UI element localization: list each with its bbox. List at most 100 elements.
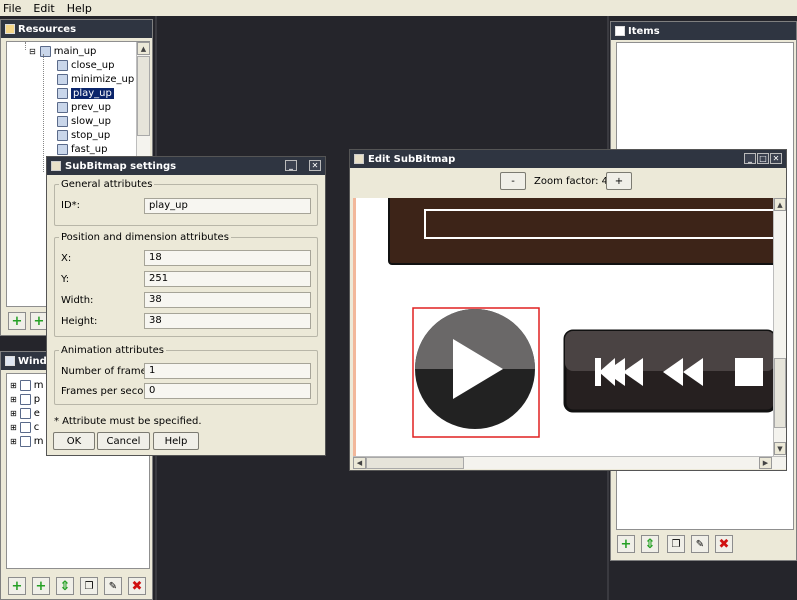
id-field[interactable]: play_up (144, 198, 311, 214)
edit-icon: ✎ (108, 580, 118, 592)
fps-field[interactable]: 0 (144, 383, 311, 399)
add-item-button[interactable]: + (617, 535, 635, 553)
scroll-up-button[interactable]: ▲ (137, 42, 150, 55)
windows-item-label: m (33, 435, 44, 447)
id-label: ID*: (61, 200, 81, 211)
tree-item-label: minimize_up (71, 73, 135, 85)
up-down-arrows-icon: ⇕ (59, 578, 71, 594)
menu-help[interactable]: Help (67, 2, 92, 15)
scroll-right-button[interactable]: ▶ (759, 457, 772, 469)
ok-button[interactable]: OK (53, 432, 95, 450)
tree-item-fast-up[interactable]: fast_up (57, 142, 107, 156)
tree-item-play-up[interactable]: play_up (57, 86, 114, 100)
horizontal-scroll-thumb[interactable] (366, 457, 464, 469)
add-resource-button[interactable]: + (8, 312, 26, 330)
height-field[interactable]: 38 (144, 313, 311, 329)
scroll-down-button[interactable]: ▼ (774, 442, 786, 455)
cancel-button[interactable]: Cancel (97, 432, 150, 450)
x-field[interactable]: 18 (144, 250, 311, 266)
resources-title-bar: Resources (1, 20, 152, 38)
move-item-button[interactable]: ⇕ (641, 535, 659, 553)
add-window-button[interactable]: + (8, 577, 26, 595)
expand-icon[interactable]: ⊞ (10, 395, 17, 404)
add-child-window-button[interactable]: + (32, 577, 50, 595)
copy-icon: ❐ (84, 580, 94, 592)
windows-item[interactable]: ⊞ m (10, 378, 43, 392)
width-field[interactable]: 38 (144, 292, 311, 308)
scroll-left-button[interactable]: ◀ (353, 457, 366, 469)
java-icon (354, 154, 364, 164)
folder-icon (5, 24, 15, 34)
canvas-vertical-scrollbar[interactable]: ▲ ▼ (773, 198, 786, 456)
java-icon (51, 161, 61, 171)
tree-item-close-up[interactable]: close_up (57, 58, 114, 72)
close-button[interactable]: ✕ (770, 153, 782, 164)
scroll-thumb[interactable] (137, 56, 150, 136)
expand-icon[interactable]: ⊞ (10, 409, 17, 418)
delete-x-icon: ✖ (718, 536, 730, 552)
subbitmap-icon (57, 59, 68, 71)
windows-item-label: e (33, 407, 40, 419)
windows-item-label: c (33, 421, 40, 433)
zoom-in-button[interactable]: + (606, 172, 632, 190)
expand-icon[interactable]: ⊞ (10, 381, 17, 390)
tree-line (25, 42, 26, 50)
edit-subbitmap-title-bar[interactable]: Edit SubBitmap _ □ ✕ (350, 150, 786, 168)
windows-item[interactable]: ⊞ p (10, 392, 40, 406)
general-attributes-group: General attributes ID*: play_up (54, 179, 318, 226)
tree-item-label: slow_up (71, 115, 111, 127)
zoom-out-button[interactable]: - (500, 172, 526, 190)
general-attributes-label: General attributes (59, 179, 155, 190)
animation-attributes-group: Animation attributes Number of frames: 1… (54, 345, 318, 405)
collapse-icon[interactable]: ⊟ (29, 47, 36, 56)
minimize-button[interactable]: _ (285, 160, 297, 171)
subbitmap-settings-dialog: SubBitmap settings _ ✕ General attribute… (46, 156, 326, 456)
tree-item-label: fast_up (71, 143, 108, 155)
x-label: X: (61, 253, 72, 264)
edit-item-button[interactable]: ✎ (691, 535, 709, 553)
frames-field[interactable]: 1 (144, 363, 311, 379)
edit-subbitmap-window: Edit SubBitmap _ □ ✕ - Zoom factor: 4x + (349, 149, 787, 471)
tree-item-minimize-up[interactable]: minimize_up (57, 72, 134, 86)
tree-item-label-selected: play_up (71, 87, 114, 99)
duplicate-button[interactable]: ❐ (80, 577, 98, 595)
windows-item[interactable]: ⊞ e (10, 406, 40, 420)
windows-item-label: m (33, 379, 44, 391)
move-button[interactable]: ⇕ (56, 577, 74, 595)
tree-item-stop-up[interactable]: stop_up (57, 128, 110, 142)
windows-item[interactable]: ⊞ m (10, 434, 43, 448)
help-button[interactable]: Help (153, 432, 199, 450)
tree-item-prev-up[interactable]: prev_up (57, 100, 111, 114)
duplicate-item-button[interactable]: ❐ (667, 535, 685, 553)
menu-file[interactable]: File (3, 2, 21, 15)
subbitmap-settings-title-bar[interactable]: SubBitmap settings _ ✕ (47, 157, 325, 175)
edit-button[interactable]: ✎ (104, 577, 122, 595)
bitmap-preview (353, 198, 773, 456)
items-title-bar: Items (611, 22, 796, 40)
subbitmap-icon (57, 143, 68, 155)
tree-item-slow-up[interactable]: slow_up (57, 114, 111, 128)
required-note: * Attribute must be specified. (54, 416, 202, 427)
bitmap-canvas[interactable] (353, 198, 773, 456)
menu-bar: File Edit Help (0, 0, 797, 16)
y-field[interactable]: 251 (144, 271, 311, 287)
delete-item-button[interactable]: ✖ (715, 535, 733, 553)
tree-root-item[interactable]: ⊟ main_up (29, 44, 96, 58)
close-button[interactable]: ✕ (309, 160, 321, 171)
menu-edit[interactable]: Edit (33, 2, 54, 15)
vertical-scroll-thumb[interactable] (774, 358, 786, 428)
maximize-button[interactable]: □ (757, 153, 769, 164)
tree-root-label: main_up (53, 45, 97, 57)
expand-icon[interactable]: ⊞ (10, 437, 17, 446)
items-title: Items (628, 25, 660, 37)
height-label: Height: (61, 316, 98, 327)
tree-item-label: stop_up (71, 129, 111, 141)
delete-button[interactable]: ✖ (128, 577, 146, 595)
windows-item[interactable]: ⊞ c (10, 420, 39, 434)
minimize-button[interactable]: _ (744, 153, 756, 164)
up-down-arrows-icon: ⇕ (644, 536, 656, 552)
canvas-horizontal-scrollbar[interactable]: ◀ ▶ (353, 456, 786, 469)
plus-icon: + (35, 578, 47, 594)
scroll-up-button[interactable]: ▲ (774, 198, 786, 211)
expand-icon[interactable]: ⊞ (10, 423, 17, 432)
